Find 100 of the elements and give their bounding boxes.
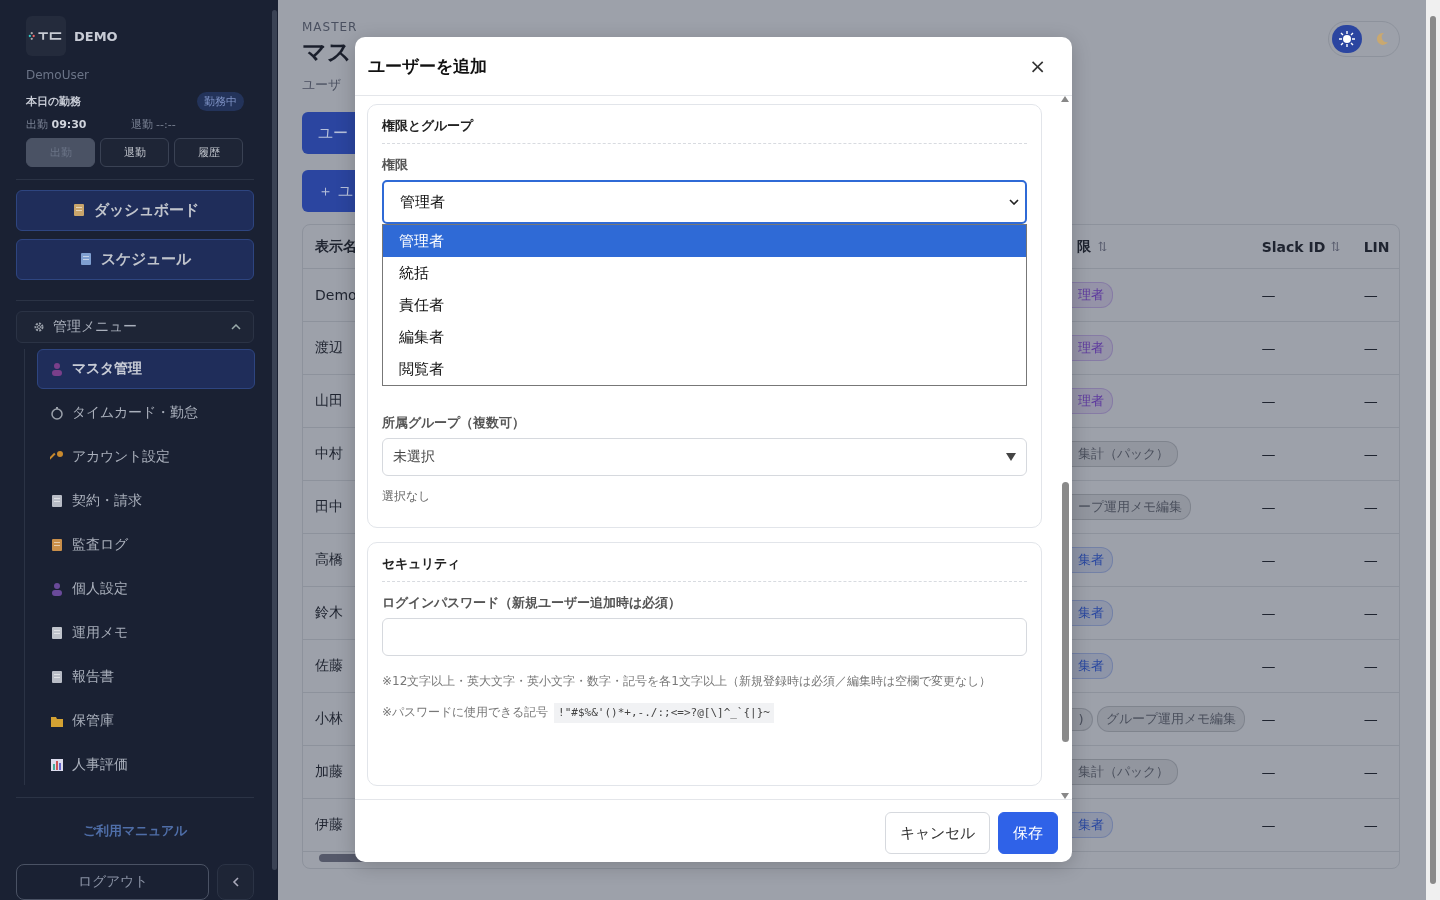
table-cell: — <box>1363 340 1378 356</box>
memo-icon <box>50 626 64 640</box>
scrollbar-thumb[interactable] <box>1061 482 1069 742</box>
attendance-button[interactable]: 履歴 <box>174 138 243 167</box>
table-cell: 田中 <box>315 498 343 514</box>
scrollbar[interactable] <box>1426 0 1440 900</box>
note-text: ※12文字以上・英大文字・英小文字・数字・記号を各1文字以上（新規登録時は必須／編集時は空欄で変更なし） <box>382 673 992 690</box>
field-label: 所属グループ（複数可） <box>382 414 526 432</box>
password-field[interactable] <box>382 618 1027 656</box>
caret-icon <box>1006 453 1016 461</box>
table-cell: — <box>1363 499 1378 515</box>
eyebrow-text: MASTER <box>302 20 358 34</box>
column-header[interactable]: 限 <box>1077 237 1091 256</box>
table-cell: — <box>1261 764 1276 780</box>
table-cell: — <box>1261 817 1276 833</box>
clock-out-time: 退勤 --:-- <box>130 117 176 132</box>
admin-menu-toggle[interactable]: 管理メニュー <box>16 310 254 343</box>
table-cell: — <box>1261 446 1276 462</box>
field-label: ログインパスワード（新規ユーザー追加時は必須） <box>382 594 682 612</box>
sort-icon[interactable] <box>1331 241 1341 252</box>
sun-icon[interactable] <box>1332 25 1362 53</box>
menu-item[interactable]: 監査ログ <box>37 525 255 565</box>
table-cell: 加藤 <box>315 763 343 779</box>
table-cell: — <box>1363 393 1378 409</box>
table-cell: — <box>1261 605 1276 621</box>
table-cell: — <box>1363 817 1378 833</box>
table-cell: 中村 <box>315 445 343 461</box>
option-item[interactable]: 責任者 <box>383 289 1026 321</box>
menu-item[interactable]: 報告書 <box>37 657 255 697</box>
chart-icon <box>50 758 64 772</box>
close-button[interactable]: × <box>1023 53 1052 79</box>
table-cell: 伊藤 <box>315 816 343 832</box>
table-cell: 高橋 <box>315 551 343 567</box>
column-header[interactable]: Slack ID <box>1261 238 1326 255</box>
option-item[interactable]: 編集者 <box>383 321 1026 353</box>
table-cell: — <box>1363 287 1378 303</box>
user-name: DemoUser <box>26 68 90 82</box>
table-cell: — <box>1261 499 1276 515</box>
table-cell: — <box>1363 552 1378 568</box>
menu-item[interactable]: タイムカード・勤怠 <box>37 393 255 433</box>
scroll-down-icon[interactable] <box>1061 793 1069 799</box>
table-cell: — <box>1363 446 1378 462</box>
nav-button[interactable]: ダッシュボード <box>16 190 254 231</box>
table-cell: — <box>1261 287 1276 303</box>
chevron-icon <box>231 323 241 330</box>
option-item[interactable]: 管理者 <box>383 225 1026 257</box>
page-subtitle: ユーザ <box>302 76 342 94</box>
save-button[interactable]: 保存 <box>998 812 1058 854</box>
menu-item[interactable]: 運用メモ <box>37 613 255 653</box>
page-title: マス <box>302 37 353 68</box>
menu-item[interactable]: アカウント設定 <box>37 437 255 477</box>
logout-button[interactable]: ログアウト <box>16 864 209 900</box>
table-cell: 山田 <box>315 392 343 408</box>
option-item[interactable]: 閲覧者 <box>383 353 1026 385</box>
sort-icon[interactable] <box>1098 241 1107 252</box>
table-cell: 小林 <box>315 710 343 726</box>
table-cell: — <box>1261 340 1276 356</box>
field-label: 権限 <box>382 156 409 174</box>
table-cell: — <box>1261 552 1276 568</box>
dialog-title: ユーザーを追加 <box>368 54 487 78</box>
table-cell: 鈴木 <box>315 604 343 620</box>
column-header[interactable]: 表示名 <box>315 237 357 254</box>
option-item[interactable]: 統括 <box>383 257 1026 289</box>
logo-icon <box>26 16 66 56</box>
column-header[interactable]: LIN <box>1363 238 1390 255</box>
menu-item[interactable]: 保管庫 <box>37 701 255 741</box>
menu-item[interactable]: 個人設定 <box>37 569 255 609</box>
scrollbar[interactable] <box>272 0 278 900</box>
section-title: セキュリティ <box>382 555 1027 582</box>
table-cell: — <box>1363 764 1378 780</box>
table-cell: — <box>1261 393 1276 409</box>
menu-item[interactable]: 契約・請求 <box>37 481 255 521</box>
attendance-title: 本日の勤務 <box>26 94 81 109</box>
cancel-button[interactable]: キャンセル <box>885 812 990 854</box>
table-cell: 佐藤 <box>315 657 343 673</box>
table-cell: — <box>1363 711 1378 727</box>
group-select[interactable]: 未選択 <box>382 438 1027 476</box>
table-cell: — <box>1363 658 1378 674</box>
section-title: 権限とグループ <box>382 117 1027 144</box>
page-icon <box>50 494 64 508</box>
caret-icon <box>1009 199 1019 205</box>
role-select[interactable]: 管理者 <box>382 180 1027 224</box>
page-icon <box>50 670 64 684</box>
table-cell: — <box>1261 658 1276 674</box>
table-cell: Demo <box>315 287 357 303</box>
scroll-up-icon[interactable] <box>1061 96 1069 102</box>
settings-icon <box>33 320 45 333</box>
attendance-button[interactable]: 退勤 <box>100 138 169 167</box>
table-cell: — <box>1363 605 1378 621</box>
status-badge: 勤務中 <box>197 92 244 111</box>
folder-icon <box>50 714 64 728</box>
menu-item[interactable]: マスタ管理 <box>37 349 255 389</box>
symbols-code: !"#$%&'()*+,-./:;<=>?@[\]^_`{|}~ <box>554 703 774 723</box>
nav-button[interactable]: スケジュール <box>16 238 254 280</box>
brand-name: DEMO <box>74 28 118 44</box>
hint-text: 選択なし <box>382 488 431 505</box>
chevron-left-icon <box>231 876 240 887</box>
person-icon <box>50 582 64 596</box>
table-cell: — <box>1261 711 1276 727</box>
menu-item[interactable]: 人事評価 <box>37 745 255 785</box>
